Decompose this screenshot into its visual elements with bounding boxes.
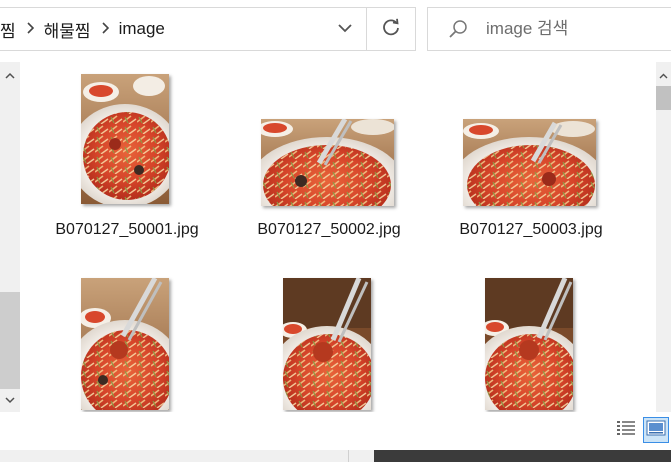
large-icons-view-button[interactable] [643,417,669,443]
file-name: B070127_50001.jpg [55,221,199,238]
file-thumbnail [81,74,169,204]
nav-pane-scrollbar[interactable] [0,62,20,412]
file-item[interactable] [27,278,227,412]
file-thumbnail [81,278,169,410]
scrollbar-thumb[interactable] [0,292,20,389]
scroll-down-button[interactable] [0,391,20,409]
search-box[interactable] [427,7,671,51]
divider [348,450,349,462]
search-input[interactable] [486,18,656,40]
taskbar-strip [374,450,671,462]
file-name: B070127_50002.jpg [257,221,401,238]
file-item[interactable]: B070127_50003.jpg [431,74,631,264]
breadcrumb-item-3[interactable]: image [119,19,165,39]
chevron-up-icon [659,66,668,84]
chevron-up-icon [5,66,15,84]
large-icons-view-icon [646,420,666,441]
file-item[interactable] [431,278,631,412]
breadcrumb-item-2[interactable]: 해물찜 [44,17,91,42]
chevron-right-icon[interactable] [16,21,44,37]
chevron-right-icon[interactable] [91,21,119,37]
search-icon [448,19,468,44]
scroll-up-button[interactable] [0,66,20,84]
breadcrumb-item-1[interactable]: 찜 [0,17,16,42]
details-view-button[interactable] [613,417,639,443]
refresh-icon [381,17,401,42]
chevron-down-icon [338,20,352,38]
file-thumbnail [261,119,394,206]
file-item[interactable]: B070127_50001.jpg [27,74,227,264]
file-item[interactable]: B070127_50002.jpg [229,74,429,264]
file-thumbnail [463,119,596,206]
chevron-down-icon [5,391,15,409]
window-bottom-edge [0,450,671,462]
file-list-view[interactable]: B070127_50001.jpg B070127_50002.jpg B070… [22,62,656,412]
breadcrumb: 찜 해물찜 image [0,8,165,50]
address-history-dropdown[interactable] [332,8,358,50]
address-bar[interactable]: 찜 해물찜 image [0,7,367,51]
file-item[interactable] [229,278,429,412]
refresh-button[interactable] [367,7,416,51]
scrollbar-thumb[interactable] [656,86,671,110]
file-thumbnail [283,278,371,410]
scroll-up-button[interactable] [656,66,671,84]
file-thumbnail [485,278,573,410]
content-scrollbar[interactable] [656,62,671,412]
status-bar [0,412,671,450]
details-view-icon [616,419,636,442]
file-name: B070127_50003.jpg [459,221,603,238]
